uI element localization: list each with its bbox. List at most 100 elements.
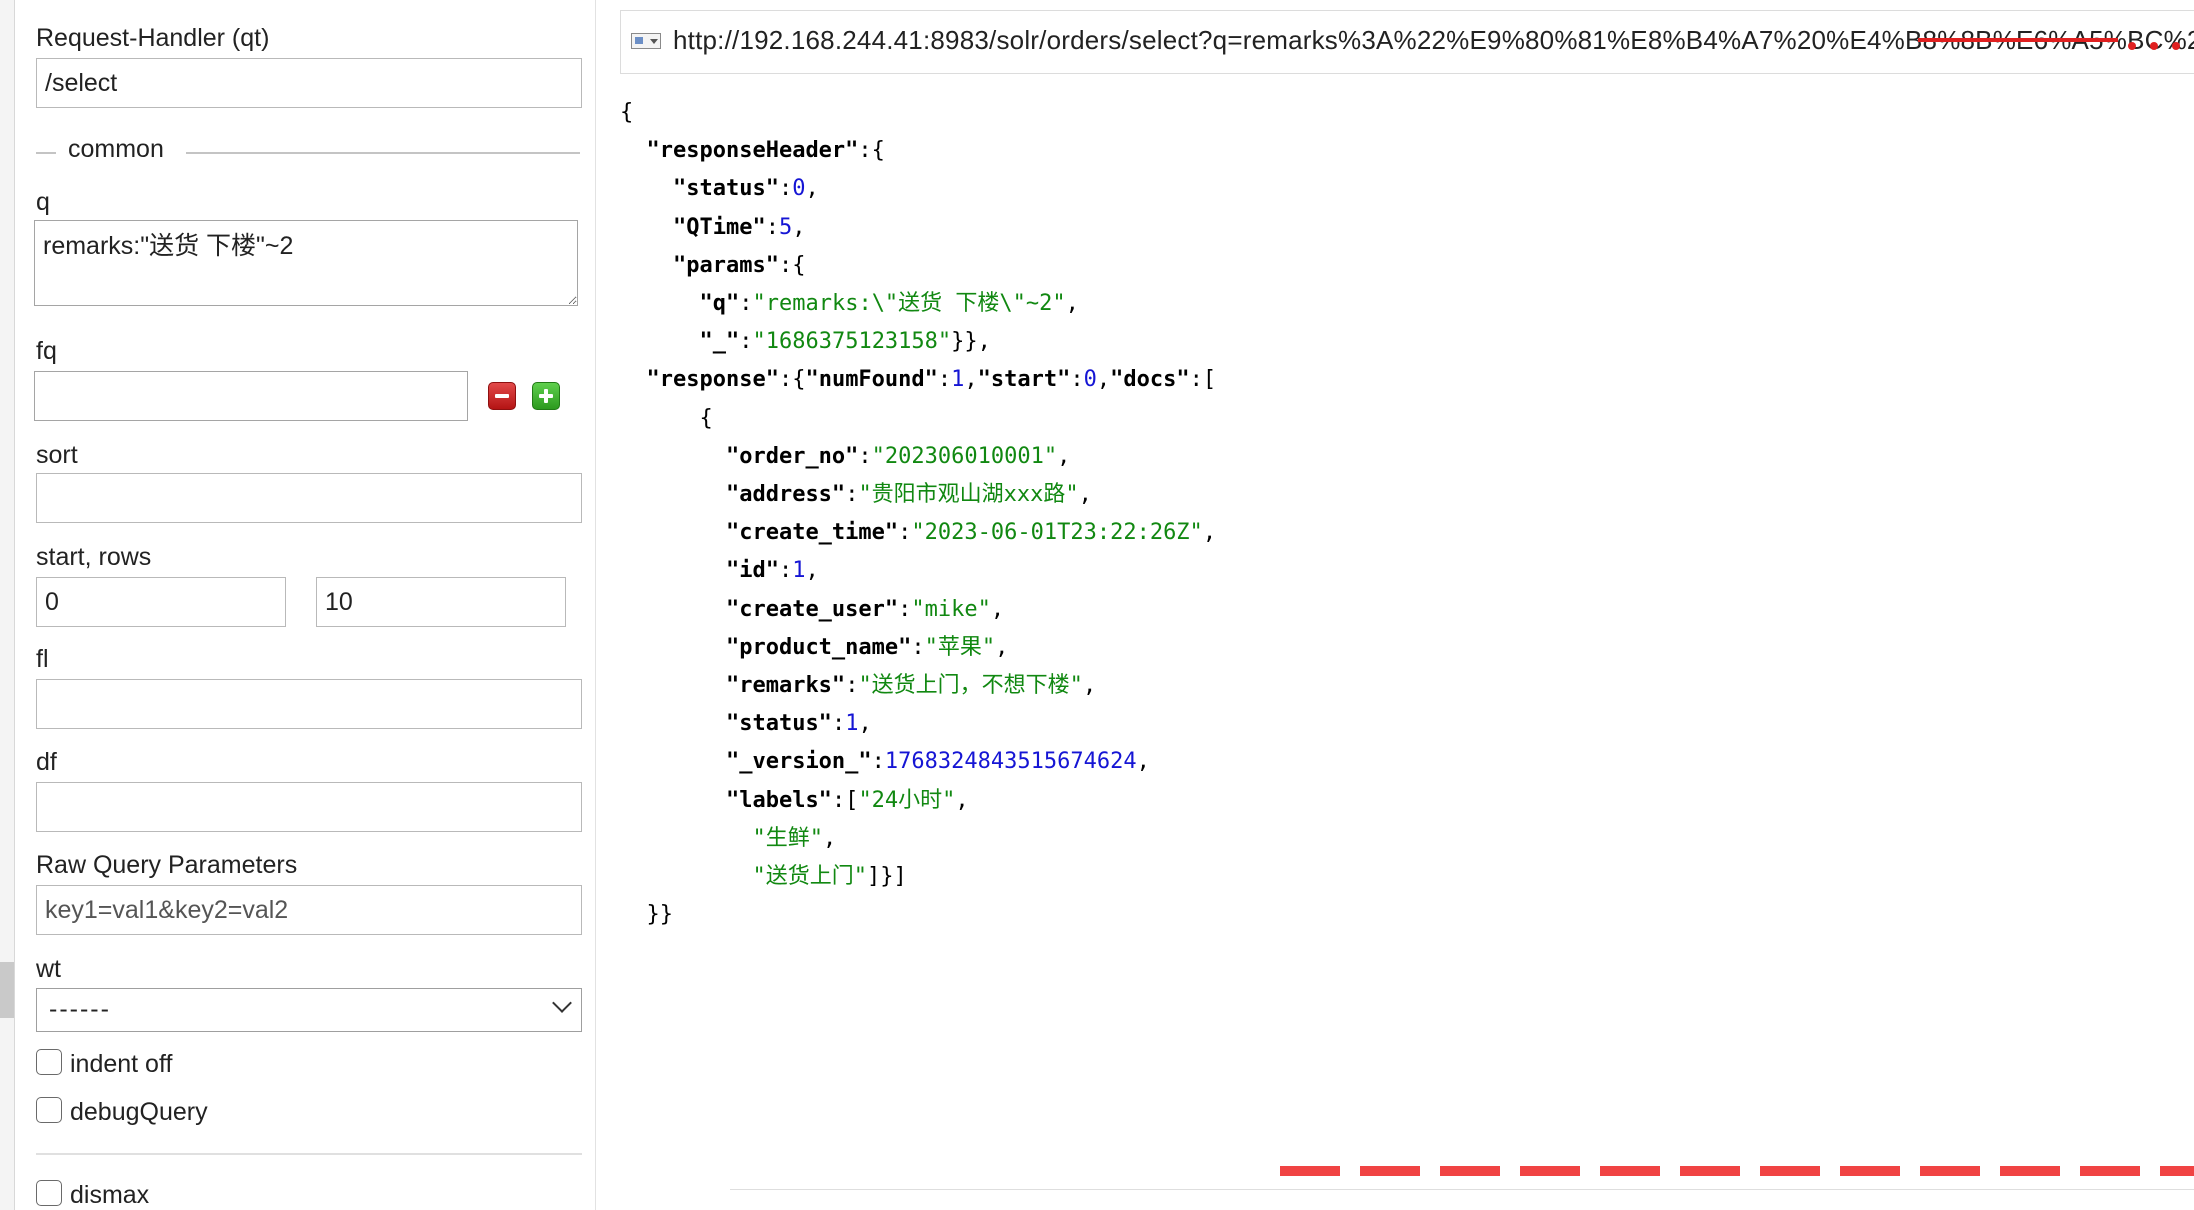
wt-label: wt <box>36 955 61 983</box>
json-line: }} <box>620 900 673 930</box>
json-line: "status":1, <box>620 709 872 739</box>
request-handler-label: Request-Handler (qt) <box>36 24 270 52</box>
json-punct <box>620 291 699 316</box>
json-number: 0 <box>792 176 806 202</box>
json-key: "q" <box>699 291 740 316</box>
indent-off-label: indent off <box>70 1050 173 1078</box>
start-input[interactable] <box>36 577 286 627</box>
json-punct: : <box>898 596 912 622</box>
rows-input[interactable] <box>316 577 566 627</box>
json-punct <box>620 520 726 545</box>
remove-fq-button[interactable] <box>488 382 516 410</box>
json-key: "params" <box>672 252 779 278</box>
request-handler-input[interactable] <box>36 58 582 108</box>
query-form-panel: Request-Handler (qt) common q fq sort st… <box>14 0 596 1210</box>
fl-input[interactable] <box>36 679 582 729</box>
json-number: 5 <box>778 214 793 240</box>
json-punct: : <box>858 443 872 469</box>
json-punct: , <box>1136 749 1150 775</box>
json-punct: :{ <box>778 252 806 278</box>
json-string: "生鲜" <box>752 825 823 851</box>
json-punct: :[ <box>1189 367 1217 393</box>
json-punct: , <box>1082 673 1097 698</box>
json-punct: : <box>739 329 753 355</box>
dismax-checkbox[interactable] <box>36 1180 62 1206</box>
json-key: "numFound" <box>805 367 938 393</box>
fq-input[interactable] <box>34 371 468 421</box>
common-fieldset-legend: common <box>36 135 580 171</box>
json-string: "24小时" <box>858 787 956 813</box>
json-punct <box>620 749 726 774</box>
page-favicon-icon <box>631 33 661 49</box>
json-punct: , <box>805 558 819 584</box>
json-number: 1 <box>845 711 859 737</box>
json-number: 1768324843515674624 <box>884 749 1137 775</box>
json-string: "贵阳市观山湖xxx路" <box>858 482 1079 507</box>
json-string: "送货上门" <box>752 864 867 889</box>
json-key: "responseHeader" <box>646 138 859 164</box>
json-punct: : <box>831 711 846 737</box>
json-line: { <box>620 404 713 434</box>
debug-query-label: debugQuery <box>70 1098 208 1126</box>
json-punct: , <box>792 214 806 240</box>
raw-query-params-input[interactable] <box>36 885 582 935</box>
red-annotation-underline <box>1280 1166 2194 1176</box>
json-line: "product_name":"苹果", <box>620 633 1008 663</box>
json-punct: { <box>620 405 713 431</box>
json-key: "_version_" <box>725 749 872 775</box>
dismax-label: dismax <box>70 1181 150 1209</box>
json-punct: : <box>911 634 925 660</box>
json-line: { <box>620 98 633 128</box>
json-line: "_":"1686375123158"}}, <box>620 327 990 357</box>
json-line: "status":0, <box>620 174 819 204</box>
bottom-divider <box>730 1189 2194 1190</box>
json-key: "order_no" <box>725 443 859 469</box>
json-punct <box>620 444 726 469</box>
json-line: "生鲜", <box>620 824 836 854</box>
json-key: "product_name" <box>725 634 912 660</box>
json-punct <box>620 215 673 240</box>
common-legend-text: common <box>68 135 164 163</box>
json-line: "送货上门"]}] <box>620 862 907 892</box>
json-punct: : <box>871 749 885 775</box>
json-line: "remarks":"送货上门，不想下楼", <box>620 671 1096 701</box>
json-punct: : <box>845 673 859 698</box>
q-textarea[interactable] <box>34 220 578 306</box>
json-punct <box>620 635 726 660</box>
debug-query-checkbox[interactable] <box>36 1097 62 1123</box>
json-line: "QTime":5, <box>620 213 805 243</box>
json-key: "address" <box>725 482 846 507</box>
json-line: "q":"remarks:\"送货 下楼\"~2", <box>620 289 1079 319</box>
json-line: "response":{"numFound":1,"start":0,"docs… <box>620 365 1217 395</box>
q-label: q <box>36 188 50 216</box>
json-punct <box>620 673 726 698</box>
json-key: "create_time" <box>725 520 899 546</box>
json-punct: }} <box>620 902 673 928</box>
add-fq-button[interactable] <box>532 382 560 410</box>
json-punct: , <box>1065 291 1079 316</box>
json-punct: , <box>955 787 969 813</box>
json-number: 1 <box>951 367 965 393</box>
indent-off-checkbox[interactable] <box>36 1049 62 1075</box>
json-key: "start" <box>977 367 1071 393</box>
json-key: "QTime" <box>672 214 766 240</box>
json-punct <box>620 711 726 736</box>
json-punct <box>620 558 726 583</box>
json-punct: : <box>765 214 779 240</box>
start-rows-label: start, rows <box>36 543 152 571</box>
json-line: "order_no":"202306010001", <box>620 442 1070 472</box>
json-punct: : <box>937 367 952 393</box>
json-string: "2023-06-01T23:22:26Z" <box>911 520 1203 546</box>
wt-select[interactable]: ------ <box>36 988 582 1032</box>
json-punct: :{ <box>778 367 806 393</box>
json-number: 1 <box>792 558 806 584</box>
json-punct: :[ <box>831 787 859 813</box>
json-punct: ]}] <box>866 864 907 889</box>
df-input[interactable] <box>36 782 582 832</box>
json-punct: : <box>1070 367 1084 393</box>
json-punct <box>620 826 752 851</box>
json-punct: : <box>898 520 912 546</box>
json-string: "苹果" <box>924 634 996 660</box>
json-punct <box>620 329 699 354</box>
sort-input[interactable] <box>36 473 582 523</box>
